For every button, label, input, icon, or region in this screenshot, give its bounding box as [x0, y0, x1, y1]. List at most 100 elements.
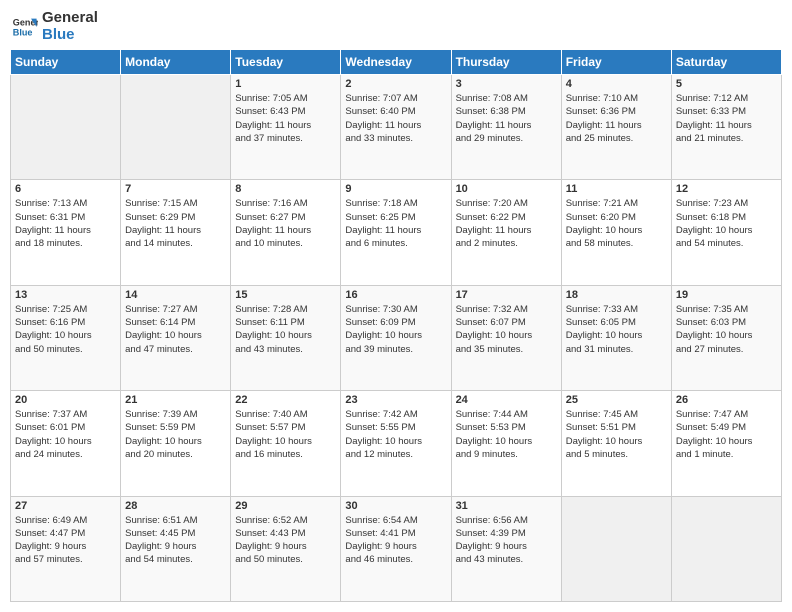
calendar-cell: 28 Sunrise: 6:51 AM Sunset: 4:45 PM Dayli… [121, 496, 231, 601]
calendar-cell: 14Sunrise: 7:27 AM Sunset: 6:14 PM Dayli… [121, 285, 231, 390]
day-info: Sunrise: 7:23 AM Sunset: 6:18 PM Dayligh… [676, 197, 777, 250]
day-info: Sunrise: 7:32 AM Sunset: 6:07 PM Dayligh… [456, 303, 557, 356]
calendar-cell: 19 Sunrise: 7:35 AM Sunset: 6:03 PM Dayli… [671, 285, 781, 390]
day-info: Sunrise: 7:47 AM Sunset: 5:49 PM Dayligh… [676, 408, 777, 461]
day-number: 31 [456, 500, 557, 512]
calendar: SundayMondayTuesdayWednesdayThursdayFrid… [10, 49, 782, 602]
calendar-cell: 5 Sunrise: 7:12 AM Sunset: 6:33 PM Daylig… [671, 75, 781, 180]
day-number: 5 [676, 78, 777, 90]
day-number: 2 [345, 78, 446, 90]
day-info: Sunrise: 7:40 AM Sunset: 5:57 PM Dayligh… [235, 408, 336, 461]
day-info: Sunrise: 6:56 AM Sunset: 4:39 PM Dayligh… [456, 514, 557, 567]
calendar-cell: 9Sunrise: 7:18 AM Sunset: 6:25 PM Daylig… [341, 180, 451, 285]
calendar-week-row: 13 Sunrise: 7:25 AM Sunset: 6:16 PM Dayli… [11, 285, 782, 390]
page: General Blue General Blue SundayMondayTu… [0, 0, 792, 612]
day-number: 12 [676, 183, 777, 195]
day-info: Sunrise: 7:35 AM Sunset: 6:03 PM Dayligh… [676, 303, 777, 356]
day-number: 22 [235, 394, 336, 406]
weekday-header: Sunday [11, 50, 121, 75]
day-info: Sunrise: 7:30 AM Sunset: 6:09 PM Dayligh… [345, 303, 446, 356]
calendar-cell: 15 Sunrise: 7:28 AM Sunset: 6:11 PM Dayli… [231, 285, 341, 390]
logo-icon: General Blue [10, 13, 38, 41]
calendar-cell: 11 Sunrise: 7:21 AM Sunset: 6:20 PM Dayli… [561, 180, 671, 285]
day-number: 10 [456, 183, 557, 195]
day-number: 3 [456, 78, 557, 90]
day-number: 25 [566, 394, 667, 406]
day-number: 4 [566, 78, 667, 90]
day-number: 9 [345, 183, 446, 195]
day-info: Sunrise: 7:12 AM Sunset: 6:33 PM Dayligh… [676, 92, 777, 145]
calendar-cell: 30 Sunrise: 6:54 AM Sunset: 4:41 PM Dayli… [341, 496, 451, 601]
calendar-cell: 4Sunrise: 7:10 AM Sunset: 6:36 PM Daylig… [561, 75, 671, 180]
svg-text:Blue: Blue [13, 27, 33, 37]
calendar-cell [11, 75, 121, 180]
calendar-cell: 29 Sunrise: 6:52 AM Sunset: 4:43 PM Dayli… [231, 496, 341, 601]
calendar-week-row: 20 Sunrise: 7:37 AM Sunset: 6:01 PM Dayli… [11, 391, 782, 496]
day-number: 24 [456, 394, 557, 406]
calendar-cell: 13 Sunrise: 7:25 AM Sunset: 6:16 PM Dayli… [11, 285, 121, 390]
day-info: Sunrise: 6:52 AM Sunset: 4:43 PM Dayligh… [235, 514, 336, 567]
day-number: 17 [456, 289, 557, 301]
day-number: 27 [15, 500, 116, 512]
day-number: 19 [676, 289, 777, 301]
calendar-cell: 22 Sunrise: 7:40 AM Sunset: 5:57 PM Dayli… [231, 391, 341, 496]
day-number: 7 [125, 183, 226, 195]
day-number: 18 [566, 289, 667, 301]
day-number: 26 [676, 394, 777, 406]
calendar-cell: 21 Sunrise: 7:39 AM Sunset: 5:59 PM Dayli… [121, 391, 231, 496]
day-number: 16 [345, 289, 446, 301]
calendar-cell: 27 Sunrise: 6:49 AM Sunset: 4:47 PM Dayli… [11, 496, 121, 601]
calendar-cell: 24Sunrise: 7:44 AM Sunset: 5:53 PM Dayli… [451, 391, 561, 496]
calendar-week-row: 27 Sunrise: 6:49 AM Sunset: 4:47 PM Dayli… [11, 496, 782, 601]
calendar-cell: 20 Sunrise: 7:37 AM Sunset: 6:01 PM Dayli… [11, 391, 121, 496]
day-info: Sunrise: 7:33 AM Sunset: 6:05 PM Dayligh… [566, 303, 667, 356]
day-number: 29 [235, 500, 336, 512]
day-info: Sunrise: 7:20 AM Sunset: 6:22 PM Dayligh… [456, 197, 557, 250]
day-info: Sunrise: 6:54 AM Sunset: 4:41 PM Dayligh… [345, 514, 446, 567]
day-info: Sunrise: 7:25 AM Sunset: 6:16 PM Dayligh… [15, 303, 116, 356]
header: General Blue General Blue [10, 10, 782, 43]
calendar-cell: 31 Sunrise: 6:56 AM Sunset: 4:39 PM Dayli… [451, 496, 561, 601]
weekday-header: Monday [121, 50, 231, 75]
day-number: 20 [15, 394, 116, 406]
day-info: Sunrise: 6:51 AM Sunset: 4:45 PM Dayligh… [125, 514, 226, 567]
day-number: 13 [15, 289, 116, 301]
weekday-header: Tuesday [231, 50, 341, 75]
calendar-week-row: 6Sunrise: 7:13 AM Sunset: 6:31 PM Daylig… [11, 180, 782, 285]
day-number: 6 [15, 183, 116, 195]
day-number: 15 [235, 289, 336, 301]
day-info: Sunrise: 7:45 AM Sunset: 5:51 PM Dayligh… [566, 408, 667, 461]
calendar-cell: 25 Sunrise: 7:45 AM Sunset: 5:51 PM Dayli… [561, 391, 671, 496]
calendar-cell [561, 496, 671, 601]
day-info: Sunrise: 7:21 AM Sunset: 6:20 PM Dayligh… [566, 197, 667, 250]
calendar-cell: 16 Sunrise: 7:30 AM Sunset: 6:09 PM Dayli… [341, 285, 451, 390]
calendar-cell: 26 Sunrise: 7:47 AM Sunset: 5:49 PM Dayli… [671, 391, 781, 496]
weekday-header: Saturday [671, 50, 781, 75]
weekday-header: Thursday [451, 50, 561, 75]
calendar-header-row: SundayMondayTuesdayWednesdayThursdayFrid… [11, 50, 782, 75]
calendar-cell: 17 Sunrise: 7:32 AM Sunset: 6:07 PM Dayli… [451, 285, 561, 390]
calendar-cell [121, 75, 231, 180]
day-info: Sunrise: 7:37 AM Sunset: 6:01 PM Dayligh… [15, 408, 116, 461]
calendar-cell: 12 Sunrise: 7:23 AM Sunset: 6:18 PM Dayli… [671, 180, 781, 285]
day-info: Sunrise: 7:16 AM Sunset: 6:27 PM Dayligh… [235, 197, 336, 250]
day-info: Sunrise: 7:28 AM Sunset: 6:11 PM Dayligh… [235, 303, 336, 356]
logo: General Blue General Blue [10, 10, 98, 43]
day-number: 28 [125, 500, 226, 512]
calendar-cell: 10 Sunrise: 7:20 AM Sunset: 6:22 PM Dayli… [451, 180, 561, 285]
day-info: Sunrise: 7:07 AM Sunset: 6:40 PM Dayligh… [345, 92, 446, 145]
day-number: 11 [566, 183, 667, 195]
day-number: 30 [345, 500, 446, 512]
day-info: Sunrise: 7:39 AM Sunset: 5:59 PM Dayligh… [125, 408, 226, 461]
day-info: Sunrise: 6:49 AM Sunset: 4:47 PM Dayligh… [15, 514, 116, 567]
calendar-cell: 18 Sunrise: 7:33 AM Sunset: 6:05 PM Dayli… [561, 285, 671, 390]
calendar-cell: 2 Sunrise: 7:07 AM Sunset: 6:40 PM Daylig… [341, 75, 451, 180]
day-number: 1 [235, 78, 336, 90]
logo-blue: Blue [42, 27, 98, 44]
weekday-header: Friday [561, 50, 671, 75]
day-number: 21 [125, 394, 226, 406]
day-number: 8 [235, 183, 336, 195]
calendar-cell: 3Sunrise: 7:08 AM Sunset: 6:38 PM Daylig… [451, 75, 561, 180]
weekday-header: Wednesday [341, 50, 451, 75]
logo-general: General [42, 10, 98, 27]
